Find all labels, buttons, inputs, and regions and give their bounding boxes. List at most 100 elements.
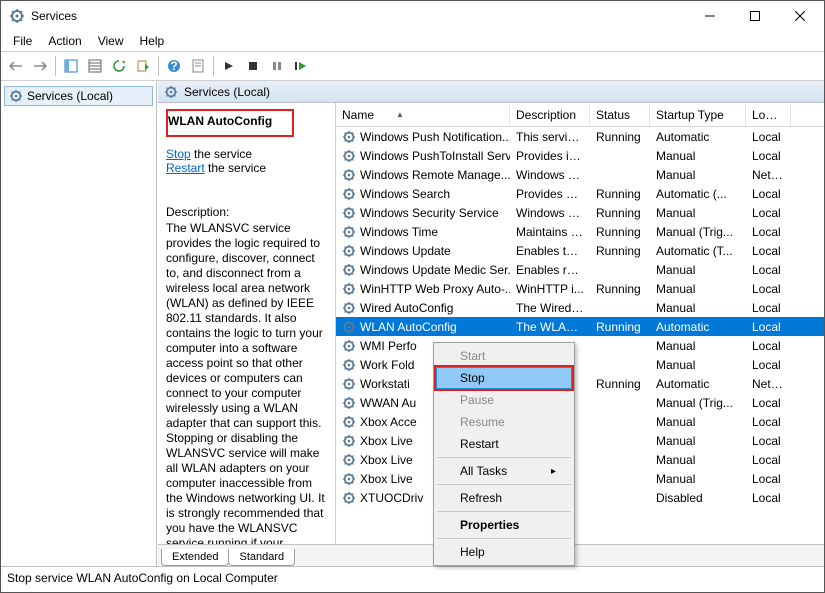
col-status[interactable]: Status <box>590 104 650 126</box>
tree-node-label: Services (Local) <box>27 89 113 103</box>
gear-icon <box>164 85 178 99</box>
minimize-button[interactable] <box>687 2 732 30</box>
gear-icon <box>342 149 356 163</box>
ctx-properties[interactable]: Properties <box>436 514 572 536</box>
service-row[interactable]: Wired AutoConfigThe Wired A...ManualLoca… <box>336 298 824 317</box>
ctx-resume: Resume <box>436 411 572 433</box>
gear-icon <box>342 377 356 391</box>
stop-suffix: the service <box>191 147 252 161</box>
menu-bar: File Action View Help <box>1 31 824 51</box>
service-row[interactable]: WLAN AutoConfigThe WLANS...RunningAutoma… <box>336 317 824 336</box>
gear-icon <box>342 491 356 505</box>
gear-icon <box>9 89 23 103</box>
forward-button[interactable] <box>29 55 51 77</box>
service-row[interactable]: Xbox Accevice ...ManualLocal <box>336 412 824 431</box>
gear-icon <box>342 396 356 410</box>
ctx-help[interactable]: Help <box>436 541 572 563</box>
service-row[interactable]: Windows SearchProvides co...RunningAutom… <box>336 184 824 203</box>
menu-action[interactable]: Action <box>40 32 89 50</box>
col-description[interactable]: Description <box>510 104 590 126</box>
list-header: Name▲ Description Status Startup Type Lo… <box>336 103 824 127</box>
pause-service-button[interactable] <box>266 55 288 77</box>
show-hide-tree-button[interactable] <box>60 55 82 77</box>
stop-link[interactable]: Stop <box>166 147 191 161</box>
export-list-button[interactable] <box>132 55 154 77</box>
service-row[interactable]: Windows Push Notification...This service… <box>336 127 824 146</box>
export-button[interactable] <box>84 55 106 77</box>
description-body: The WLANSVC service provides the logic r… <box>166 221 327 544</box>
service-row[interactable]: Xbox Livevice ...ManualLocal <box>336 469 824 488</box>
ctx-all-tasks[interactable]: All Tasks <box>436 460 572 482</box>
gear-icon <box>342 434 356 448</box>
gear-icon <box>342 225 356 239</box>
service-row[interactable]: Windows TimeMaintains d...RunningManual … <box>336 222 824 241</box>
context-menu: Start Stop Pause Resume Restart All Task… <box>433 342 575 566</box>
gear-icon <box>342 453 356 467</box>
gear-icon <box>342 415 356 429</box>
gear-icon <box>342 358 356 372</box>
gear-icon <box>342 320 356 334</box>
service-row[interactable]: Windows Remote Manage...Windows R...Manu… <box>336 165 824 184</box>
stop-service-button[interactable] <box>242 55 264 77</box>
description-label: Description: <box>166 205 327 219</box>
service-row[interactable]: Xbox Lives au...ManualLocal <box>336 431 824 450</box>
service-row[interactable]: Xbox Livevice ...ManualLocal <box>336 450 824 469</box>
properties-button[interactable] <box>187 55 209 77</box>
service-row[interactable]: Windows PushToInstall Serv...Provides in… <box>336 146 824 165</box>
highlight-service-name: WLAN AutoConfig <box>166 109 294 137</box>
status-text: Stop service WLAN AutoConfig on Local Co… <box>7 571 278 585</box>
gear-icon <box>342 472 356 486</box>
col-logon[interactable]: Log O <box>746 104 791 126</box>
status-bar: Stop service WLAN AutoConfig on Local Co… <box>1 566 824 588</box>
col-name[interactable]: Name▲ <box>336 104 510 126</box>
service-row[interactable]: XTUOCDrivDisabledLocal <box>336 488 824 507</box>
gear-icon <box>342 187 356 201</box>
gear-icon <box>342 244 356 258</box>
tab-standard[interactable]: Standard <box>228 549 295 566</box>
ctx-refresh[interactable]: Refresh <box>436 487 572 509</box>
gear-icon <box>342 168 356 182</box>
gear-icon <box>342 206 356 220</box>
close-button[interactable] <box>777 2 822 30</box>
pane-title: Services (Local) <box>184 85 270 99</box>
ctx-stop[interactable]: Stop <box>436 367 572 389</box>
gear-icon <box>342 130 356 144</box>
col-startup[interactable]: Startup Type <box>650 104 746 126</box>
title-bar: Services <box>1 1 824 31</box>
gear-icon <box>342 263 356 277</box>
service-row[interactable]: WinHTTP Web Proxy Auto-...WinHTTP i...Ru… <box>336 279 824 298</box>
start-service-button[interactable] <box>218 55 240 77</box>
service-row[interactable]: WMI Perfos pe...ManualLocal <box>336 336 824 355</box>
window-title: Services <box>31 9 687 23</box>
ctx-restart[interactable]: Restart <box>436 433 572 455</box>
maximize-button[interactable] <box>732 2 777 30</box>
menu-help[interactable]: Help <box>132 32 173 50</box>
ctx-pause: Pause <box>436 389 572 411</box>
restart-service-button[interactable] <box>290 55 312 77</box>
svg-text:?: ? <box>170 59 177 73</box>
service-row[interactable]: Work Foldvice ...ManualLocal <box>336 355 824 374</box>
menu-view[interactable]: View <box>90 32 132 50</box>
toolbar: ? <box>1 51 824 81</box>
refresh-button[interactable] <box>108 55 130 77</box>
gear-icon <box>342 339 356 353</box>
service-row[interactable]: Workstatind...RunningAutomaticNetwo <box>336 374 824 393</box>
service-list[interactable]: Name▲ Description Status Startup Type Lo… <box>336 103 824 544</box>
service-row[interactable]: WWAN Auvice ...Manual (Trig...Local <box>336 393 824 412</box>
restart-link[interactable]: Restart <box>166 161 205 175</box>
ctx-start: Start <box>436 345 572 367</box>
selected-service-name: WLAN AutoConfig <box>168 112 272 134</box>
help-button[interactable]: ? <box>163 55 185 77</box>
tree-node-services-local[interactable]: Services (Local) <box>4 86 153 106</box>
service-row[interactable]: Windows Update Medic Ser...Enables rem..… <box>336 260 824 279</box>
restart-suffix: the service <box>205 161 266 175</box>
service-row[interactable]: Windows UpdateEnables the ...RunningAuto… <box>336 241 824 260</box>
console-tree[interactable]: Services (Local) <box>1 81 157 566</box>
tab-extended[interactable]: Extended <box>161 549 229 566</box>
pane-header: Services (Local) <box>158 81 824 103</box>
service-row[interactable]: Windows Security ServiceWindows Se...Run… <box>336 203 824 222</box>
back-button[interactable] <box>5 55 27 77</box>
description-panel: WLAN AutoConfig Stop the service Restart… <box>158 103 336 544</box>
gear-icon <box>342 282 356 296</box>
menu-file[interactable]: File <box>5 32 40 50</box>
